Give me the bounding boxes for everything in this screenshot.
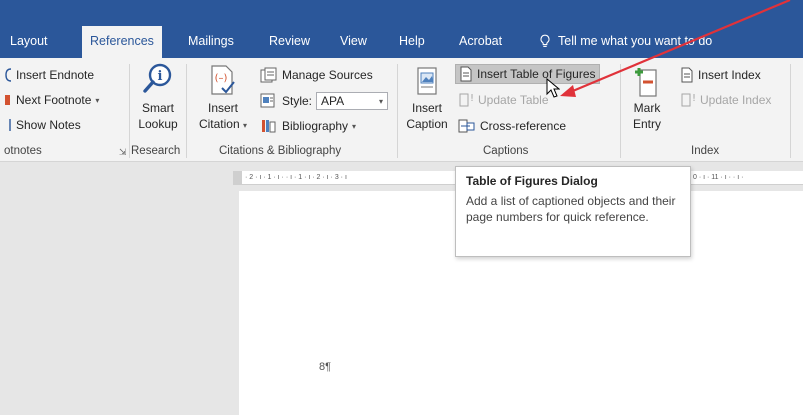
tab-layout[interactable]: Layout — [2, 24, 56, 58]
mark-entry-icon — [635, 68, 657, 97]
index-group-label: Index — [691, 145, 720, 157]
ribbon-tab-bar: Layout References Mailings Review View H… — [0, 24, 803, 58]
show-notes-button[interactable]: Show Notes — [4, 118, 81, 132]
insert-table-of-figures-button[interactable]: Insert Table of Figures — [455, 64, 600, 84]
group-separator — [186, 64, 187, 158]
mark-entry-label-2: Entry — [632, 117, 661, 131]
tab-help[interactable]: Help — [391, 24, 433, 58]
smart-lookup-icon: i — [143, 63, 172, 93]
mouse-cursor-icon — [546, 78, 560, 98]
tell-me-text: Tell me what you want to do — [558, 34, 713, 48]
group-separator — [129, 64, 130, 158]
tooltip-title: Table of Figures Dialog — [466, 174, 598, 188]
insert-endnote-button[interactable]: Insert Endnote — [4, 68, 94, 82]
research-group-label: Research — [131, 145, 181, 157]
insert-citation-button[interactable]: (–) Insert Citation ▾ — [194, 64, 252, 134]
tooltip-body: Add a list of captioned objects and thei… — [466, 194, 676, 224]
show-notes-icon — [9, 119, 11, 131]
insert-endnote-label: Insert Endnote — [16, 68, 95, 82]
insert-citation-label-1: Insert — [207, 101, 238, 115]
dialog-launcher-icon[interactable]: ⇲ — [119, 147, 127, 158]
bibliography-icon — [262, 120, 276, 133]
style-select[interactable]: APA ▾ — [316, 92, 389, 110]
svg-text:(–): (–) — [215, 73, 228, 84]
manage-sources-button[interactable]: Manage Sources — [260, 67, 373, 83]
insert-index-icon — [681, 67, 693, 83]
table-of-figures-icon — [460, 66, 472, 82]
ruler-margin — [233, 171, 242, 184]
update-table-icon: ! — [459, 93, 474, 107]
references-ribbon: Insert Endnote Next Footnote ▾ Show Note… — [0, 58, 803, 162]
tab-view[interactable]: View — [332, 24, 375, 58]
update-index-label: Update Index — [700, 93, 772, 107]
citations-group-label: Citations & Bibliography — [219, 145, 342, 157]
endnote-icon — [5, 68, 12, 82]
smart-lookup-label-2: Lookup — [138, 117, 178, 131]
insert-caption-icon — [417, 67, 437, 95]
cross-reference-button[interactable]: Cross-reference — [458, 118, 566, 134]
chevron-down-icon[interactable]: ▾ — [243, 121, 247, 130]
insert-citation-label-2: Citation ▾ — [198, 117, 248, 131]
smart-lookup-button[interactable]: i Smart Lookup — [132, 62, 184, 132]
captions-group-label: Captions — [483, 145, 529, 157]
manage-sources-label: Manage Sources — [282, 68, 373, 82]
insert-index-button[interactable]: Insert Index — [680, 67, 761, 83]
next-footnote-icon — [5, 95, 10, 105]
svg-text:!: ! — [692, 93, 696, 104]
show-notes-label: Show Notes — [16, 118, 81, 132]
svg-text:!: ! — [470, 93, 474, 104]
next-footnote-button[interactable]: Next Footnote ▾ — [4, 93, 99, 107]
group-separator — [620, 64, 621, 158]
insert-caption-label-2: Caption — [406, 117, 448, 131]
insert-citation-icon: (–) — [211, 65, 235, 95]
lightbulb-icon — [540, 34, 550, 47]
svg-text:i: i — [158, 69, 163, 84]
tell-me-search[interactable]: Tell me what you want to do — [530, 24, 720, 58]
paragraph-mark: 8¶ — [319, 361, 332, 373]
chevron-down-icon: ▾ — [379, 96, 384, 106]
ruler-ticks-right: 0 · ı · 11 · ı · · ı · — [693, 174, 744, 181]
insert-index-label: Insert Index — [698, 68, 761, 82]
style-label: Style: — [282, 94, 313, 108]
insert-caption-label-1: Insert — [411, 101, 442, 115]
manage-sources-icon — [260, 67, 277, 83]
tab-references[interactable]: References — [82, 26, 162, 58]
smart-lookup-label-1: Smart — [141, 101, 174, 115]
update-index-icon: ! — [681, 93, 696, 107]
footnotes-group-label: otnotes — [4, 145, 42, 157]
citation-style-control: Style: APA ▾ — [260, 92, 389, 110]
update-index-button[interactable]: ! Update Index — [680, 92, 771, 108]
group-separator — [790, 64, 791, 158]
bibliography-label: Bibliography — [282, 119, 349, 133]
mark-entry-label-1: Mark — [633, 101, 661, 115]
style-value: APA — [321, 94, 345, 108]
tab-review[interactable]: Review — [261, 24, 318, 58]
style-icon — [260, 93, 275, 108]
insert-caption-button[interactable]: Insert Caption — [401, 66, 453, 132]
chevron-down-icon[interactable]: ▾ — [95, 96, 99, 105]
cross-reference-label: Cross-reference — [480, 119, 567, 133]
update-table-label: Update Table — [478, 93, 549, 107]
insert-table-of-figures-label: Insert Table of Figures — [477, 67, 596, 81]
tab-acrobat[interactable]: Acrobat — [451, 24, 510, 58]
table-of-figures-tooltip: Table of Figures Dialog Add a list of ca… — [455, 166, 691, 257]
update-table-button[interactable]: ! Update Table — [458, 92, 549, 108]
group-separator — [397, 64, 398, 158]
mark-entry-button[interactable]: Mark Entry — [626, 64, 668, 132]
ruler-ticks-left: · 2 · ı · 1 · ı · · ı · 1 · ı · 2 · ı · … — [245, 174, 347, 181]
tab-mailings[interactable]: Mailings — [180, 24, 242, 58]
chevron-down-icon[interactable]: ▾ — [352, 122, 356, 131]
cross-reference-icon — [458, 119, 475, 133]
bibliography-button[interactable]: Bibliography ▾ — [260, 118, 356, 134]
next-footnote-label: Next Footnote — [16, 93, 92, 107]
title-bar — [0, 0, 803, 24]
